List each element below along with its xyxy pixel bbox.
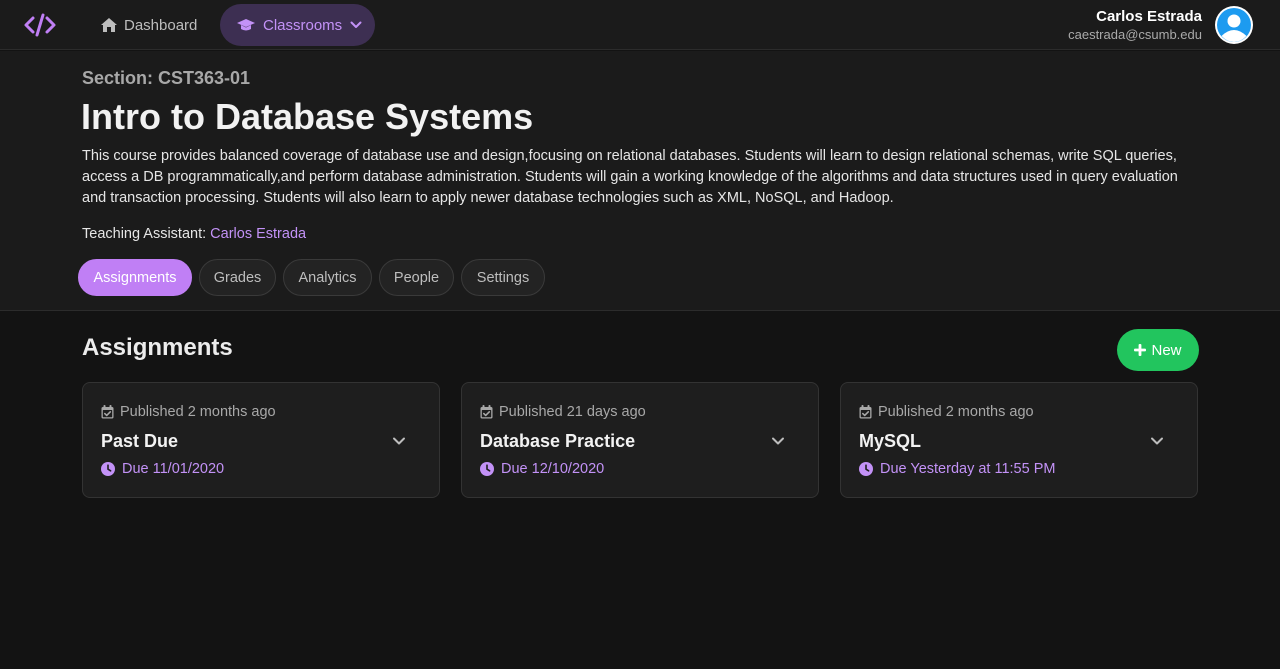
chevron-down-icon[interactable]	[391, 433, 407, 449]
code-icon[interactable]	[23, 12, 57, 38]
new-button-label: New	[1151, 341, 1182, 359]
assignment-title: Past Due	[101, 431, 179, 451]
clock-icon	[480, 462, 494, 476]
due-info: Due 12/10/2020	[480, 461, 604, 477]
new-assignment-button[interactable]: New	[1117, 329, 1199, 371]
nav-classrooms-label: Classrooms	[263, 16, 343, 34]
tab-assignments[interactable]: Assignments	[78, 259, 192, 296]
section-label: Section: CST363-01	[82, 68, 251, 88]
calendar-check-icon	[480, 405, 493, 419]
published-info: Published 2 months ago	[859, 404, 1034, 420]
tab-settings[interactable]: Settings	[461, 259, 545, 296]
top-navbar: Dashboard Classrooms Carlos Estrada caes…	[0, 0, 1280, 50]
plus-icon	[1134, 344, 1147, 356]
user-email: caestrada@csumb.edu	[1068, 27, 1202, 42]
tab-analytics[interactable]: Analytics	[283, 259, 372, 296]
assignment-card[interactable]: Published 2 months ago MySQL Due Yesterd…	[840, 382, 1198, 498]
published-text: Published 21 days ago	[499, 404, 646, 420]
home-icon	[101, 18, 117, 32]
assignments-heading: Assignments	[82, 334, 233, 361]
nav-dashboard-label: Dashboard	[124, 16, 198, 34]
user-name: Carlos Estrada	[1096, 8, 1202, 25]
due-info: Due Yesterday at 11:55 PM	[859, 461, 1055, 477]
teaching-assistant: Teaching Assistant: Carlos Estrada	[82, 226, 306, 242]
due-text: Due 12/10/2020	[501, 461, 605, 477]
ta-name-link[interactable]: Carlos Estrada	[210, 226, 306, 242]
published-info: Published 2 months ago	[101, 404, 276, 420]
ta-label: Teaching Assistant:	[82, 226, 207, 242]
course-description: This course provides balanced coverage o…	[82, 148, 1178, 206]
user-avatar-icon	[1217, 8, 1251, 42]
due-info: Due 11/01/2020	[101, 461, 224, 477]
avatar[interactable]	[1215, 6, 1253, 44]
calendar-check-icon	[101, 405, 114, 419]
graduation-cap-icon	[237, 19, 255, 31]
clock-icon	[859, 462, 873, 476]
published-text: Published 2 months ago	[120, 404, 276, 420]
assignment-card[interactable]: Published 2 months ago Past Due Due 11/0…	[82, 382, 440, 498]
course-header: Section: CST363-01 Intro to Database Sys…	[0, 51, 1280, 311]
clock-icon	[101, 462, 115, 476]
calendar-check-icon	[859, 405, 872, 419]
course-title: Intro to Database Systems	[81, 96, 534, 137]
nav-classrooms-dropdown[interactable]: Classrooms	[220, 4, 375, 46]
due-text: Due 11/01/2020	[122, 461, 225, 477]
tab-people[interactable]: People	[379, 259, 454, 296]
tab-grades[interactable]: Grades	[199, 259, 276, 296]
assignment-card[interactable]: Published 21 days ago Database Practice …	[461, 382, 819, 498]
chevron-down-icon[interactable]	[1149, 433, 1165, 449]
due-text: Due Yesterday at 11:55 PM	[880, 461, 1056, 477]
assignment-title: Database Practice	[480, 431, 636, 451]
published-text: Published 2 months ago	[878, 404, 1034, 420]
chevron-down-icon	[350, 21, 362, 28]
published-info: Published 21 days ago	[480, 404, 646, 420]
chevron-down-icon[interactable]	[770, 433, 786, 449]
course-tabs: Assignments Grades Analytics People Sett…	[78, 259, 545, 296]
assignment-title: MySQL	[859, 431, 922, 451]
nav-dashboard-link[interactable]: Dashboard	[101, 14, 197, 36]
